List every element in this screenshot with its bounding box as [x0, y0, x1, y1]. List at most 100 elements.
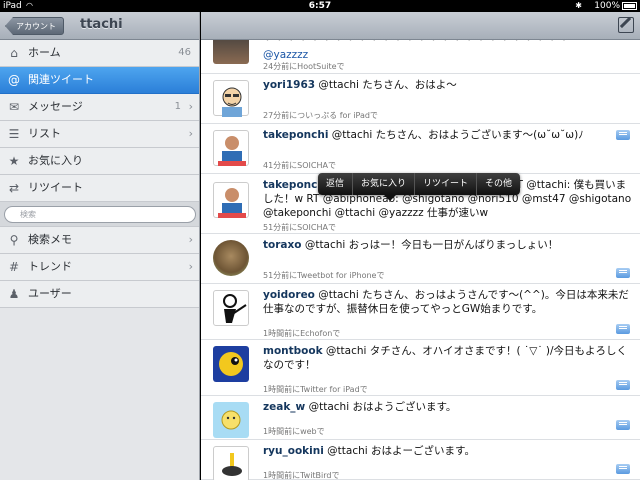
- battery-percent: 100%: [594, 1, 620, 11]
- avatar[interactable]: [213, 130, 249, 166]
- tweet-meta: 24分前にHootSuiteで: [263, 62, 345, 71]
- tweet-username[interactable]: toraxo: [263, 239, 301, 251]
- more-button[interactable]: その他: [477, 173, 520, 195]
- sidebar-item-label: メッセージ: [28, 100, 83, 113]
- tweet-meta: 1時間前にTwitter for iPadで: [263, 385, 368, 394]
- sidebar-item-messages[interactable]: ✉ メッセージ 1 ›: [0, 94, 199, 121]
- sidebar-item-label: お気に入り: [28, 154, 83, 167]
- reply-button[interactable]: 返信: [318, 173, 354, 195]
- envelope-icon: ✉: [8, 100, 20, 114]
- tweet-username[interactable]: yoidoreo: [263, 289, 315, 301]
- avatar[interactable]: [213, 240, 249, 276]
- sidebar-item-users[interactable]: ♟ ユーザー: [0, 281, 199, 308]
- avatar[interactable]: [213, 290, 249, 326]
- tweet-text: zeak_w @ttachi おはようございます。: [263, 400, 633, 414]
- accounts-back-button[interactable]: アカウント: [5, 17, 64, 35]
- tweet-text: ・ ・ ・ ・ ・ ・ ・ ・ ・ ・ ・ ・ ・ ・ ・ ・ ・ ・ ・ ・ …: [263, 40, 633, 62]
- search-row: ⚲: [0, 202, 199, 227]
- home-icon: ⌂: [10, 46, 18, 60]
- battery-icon: [622, 2, 637, 10]
- tweet-meta: 27分前についっぷる for iPadで: [263, 111, 378, 120]
- chevron-right-icon: ›: [188, 233, 193, 246]
- sidebar-item-label: トレンド: [28, 260, 72, 273]
- sidebar: アカウント ttachi ⌂ ホーム 46 @ 関連ツイート ✉ メッセージ 1…: [0, 12, 200, 480]
- tweet-username[interactable]: ryu_ookini: [263, 445, 324, 457]
- mention-link[interactable]: @yazzzz: [263, 49, 308, 61]
- retweet-button[interactable]: リツイート: [415, 173, 478, 195]
- tweet-content: @ttachi おはようございます。: [305, 401, 457, 413]
- sidebar-item-label: ホーム: [28, 46, 61, 59]
- tweet-meta: 51分前にSOICHAで: [263, 223, 336, 232]
- clock: 6:57: [308, 1, 332, 11]
- tweet-row[interactable]: takeponchi @ttachi たちさん、おはようございます〜(ω˘ω˘ω…: [201, 124, 640, 174]
- tweet-meta: 41分前にSOICHAで: [263, 161, 336, 170]
- sidebar-item-trends[interactable]: # トレンド ›: [0, 254, 199, 281]
- tweet-row[interactable]: yori1963 @ttachi たちさん、おはよ〜 27分前についっぷる fo…: [201, 74, 640, 124]
- retweet-icon: ⇄: [8, 181, 20, 195]
- tweet-row[interactable]: montbook @ttachi タチさん、オハイオさまです！( ˙▽˙ )/今…: [201, 340, 640, 396]
- tweet-text: ryu_ookini @ttachi おはよーございます。: [263, 444, 633, 458]
- unread-count: 1: [174, 101, 181, 112]
- reply-badge-icon: [616, 130, 630, 140]
- timeline-panel: ・ ・ ・ ・ ・ ・ ・ ・ ・ ・ ・ ・ ・ ・ ・ ・ ・ ・ ・ ・ …: [201, 12, 640, 480]
- tweet-content: @ttachi たちさん、おっはようさんです〜(^^)。今日は本来未だ仕事なので…: [263, 289, 629, 315]
- avatar[interactable]: [213, 80, 249, 117]
- reply-badge-icon: [616, 268, 630, 278]
- tweet-username[interactable]: takeponchi: [263, 129, 328, 141]
- tweet-meta: 1時間前にTwitBirdで: [263, 471, 340, 480]
- sidebar-item-favorites[interactable]: ★ お気に入り: [0, 148, 199, 175]
- account-name: ttachi: [80, 17, 123, 32]
- avatar[interactable]: [213, 346, 249, 382]
- bluetooth-icon: ✱: [575, 1, 582, 10]
- user-icon: ♟: [8, 287, 20, 301]
- tweet-content: @ttachi おっはー！今日も一日がんばりまっしょい！: [301, 239, 559, 251]
- avatar[interactable]: [213, 40, 249, 64]
- sidebar-item-label: リスト: [28, 127, 61, 140]
- avatar[interactable]: [213, 446, 249, 480]
- tweet-username[interactable]: montbook: [263, 345, 323, 357]
- avatar[interactable]: [213, 402, 249, 438]
- sidebar-item-label: 検索メモ: [28, 233, 72, 246]
- sidebar-header: アカウント ttachi: [0, 12, 199, 40]
- reply-badge-icon: [616, 420, 630, 430]
- hash-icon: #: [8, 260, 20, 274]
- sidebar-item-home[interactable]: ⌂ ホーム 46: [0, 40, 199, 67]
- tweet-text: takeponchi @ttachi たちさん、おはようございます〜(ω˘ω˘ω…: [263, 128, 633, 142]
- chevron-right-icon: ›: [188, 100, 193, 113]
- chevron-right-icon: ›: [188, 127, 193, 140]
- tweet-meta: 1時間前にwebで: [263, 427, 325, 436]
- tweet-text-clipped: ・ ・ ・ ・ ・ ・ ・ ・ ・ ・ ・ ・ ・ ・ ・ ・ ・ ・ ・ ・ …: [263, 40, 569, 46]
- sidebar-item-mentions[interactable]: @ 関連ツイート: [0, 67, 199, 94]
- tweet-action-popover: 返信 お気に入り リツイート その他: [318, 173, 521, 201]
- tweet-text: yoidoreo @ttachi たちさん、おっはようさんです〜(^^)。今日は…: [263, 288, 633, 316]
- timeline-header: [201, 12, 640, 40]
- star-icon: ★: [8, 154, 20, 168]
- avatar[interactable]: [213, 182, 249, 218]
- tweet-row[interactable]: yoidoreo @ttachi たちさん、おっはようさんです〜(^^)。今日は…: [201, 284, 640, 340]
- unread-count: 46: [178, 47, 191, 58]
- tweet-row[interactable]: toraxo @ttachi おっはー！今日も一日がんばりまっしょい！ 51分前…: [201, 234, 640, 284]
- tweet-username[interactable]: yori1963: [263, 79, 315, 91]
- sidebar-item-lists[interactable]: ☰ リスト ›: [0, 121, 199, 148]
- tweet-row[interactable]: ・ ・ ・ ・ ・ ・ ・ ・ ・ ・ ・ ・ ・ ・ ・ ・ ・ ・ ・ ・ …: [201, 40, 640, 74]
- reply-badge-icon: [616, 324, 630, 334]
- list-icon: ☰: [8, 127, 20, 141]
- sidebar-item-retweets[interactable]: ⇄ リツイート: [0, 175, 199, 202]
- search-input[interactable]: [4, 206, 196, 223]
- tweet-row[interactable]: ryu_ookini @ttachi おはよーございます。 1時間前にTwitB…: [201, 440, 640, 480]
- tweet-content: @ttachi たちさん、おはようございます〜(ω˘ω˘ω)ﾉ: [328, 129, 584, 141]
- favorite-button[interactable]: お気に入り: [353, 173, 416, 195]
- tweet-text: yori1963 @ttachi たちさん、おはよ〜: [263, 78, 633, 92]
- tweet-meta: 51分前にTweetbot for iPhoneで: [263, 271, 385, 280]
- saved-search-icon: ⚲: [9, 233, 19, 247]
- at-icon: @: [8, 73, 20, 87]
- tweet-username[interactable]: zeak_w: [263, 401, 305, 413]
- timeline[interactable]: ・ ・ ・ ・ ・ ・ ・ ・ ・ ・ ・ ・ ・ ・ ・ ・ ・ ・ ・ ・ …: [201, 40, 640, 480]
- tweet-content: @ttachi たちさん、おはよ〜: [315, 79, 457, 91]
- sidebar-item-label: リツイート: [28, 181, 83, 194]
- chevron-right-icon: ›: [188, 260, 193, 273]
- sidebar-item-label: 関連ツイート: [28, 73, 94, 86]
- tweet-row[interactable]: zeak_w @ttachi おはようございます。 1時間前にwebで: [201, 396, 640, 440]
- sidebar-item-saved-searches[interactable]: ⚲ 検索メモ ›: [0, 227, 199, 254]
- compose-icon[interactable]: [618, 17, 634, 33]
